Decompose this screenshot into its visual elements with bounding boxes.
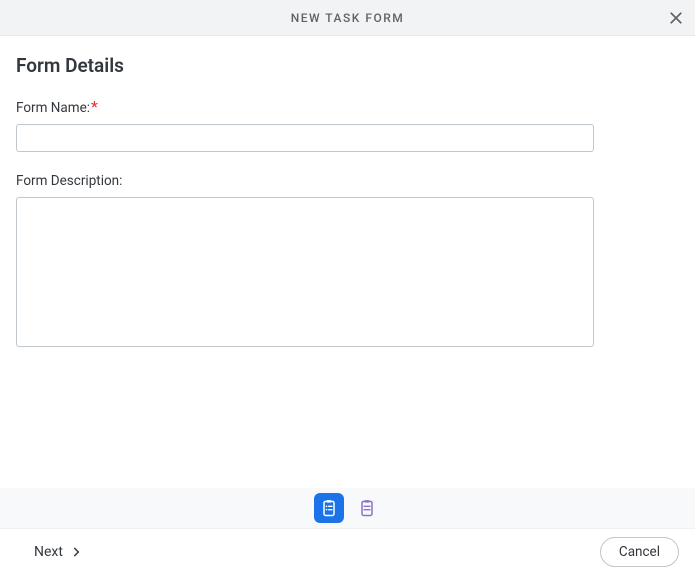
next-label: Next (34, 544, 63, 560)
next-button[interactable]: Next (34, 544, 83, 560)
form-name-input[interactable] (16, 124, 594, 152)
clipboard-list-icon (357, 498, 377, 518)
clipboard-form-icon (319, 498, 339, 518)
form-description-group: Form Description: (16, 170, 679, 351)
form-description-input[interactable] (16, 197, 594, 347)
chevron-right-icon (69, 545, 83, 559)
close-button[interactable] (667, 9, 685, 27)
cancel-button[interactable]: Cancel (600, 537, 679, 567)
dialog-footer: Next Cancel (0, 528, 695, 575)
close-icon (667, 9, 685, 27)
form-name-label-wrap: Form Name:* (16, 97, 98, 116)
step-2-form-builder[interactable] (352, 493, 382, 523)
dialog-title: NEW TASK FORM (291, 11, 405, 25)
step-indicator-bar (0, 488, 695, 528)
dialog-header: NEW TASK FORM (0, 0, 695, 36)
step-1-form-details[interactable] (314, 493, 344, 523)
form-name-group: Form Name:* (16, 97, 679, 152)
section-title: Form Details (16, 54, 679, 77)
form-name-label: Form Name: (16, 100, 90, 116)
dialog-content: Form Details Form Name:* Form Descriptio… (0, 36, 695, 387)
required-indicator: * (91, 97, 98, 116)
form-description-label: Form Description: (16, 173, 122, 189)
